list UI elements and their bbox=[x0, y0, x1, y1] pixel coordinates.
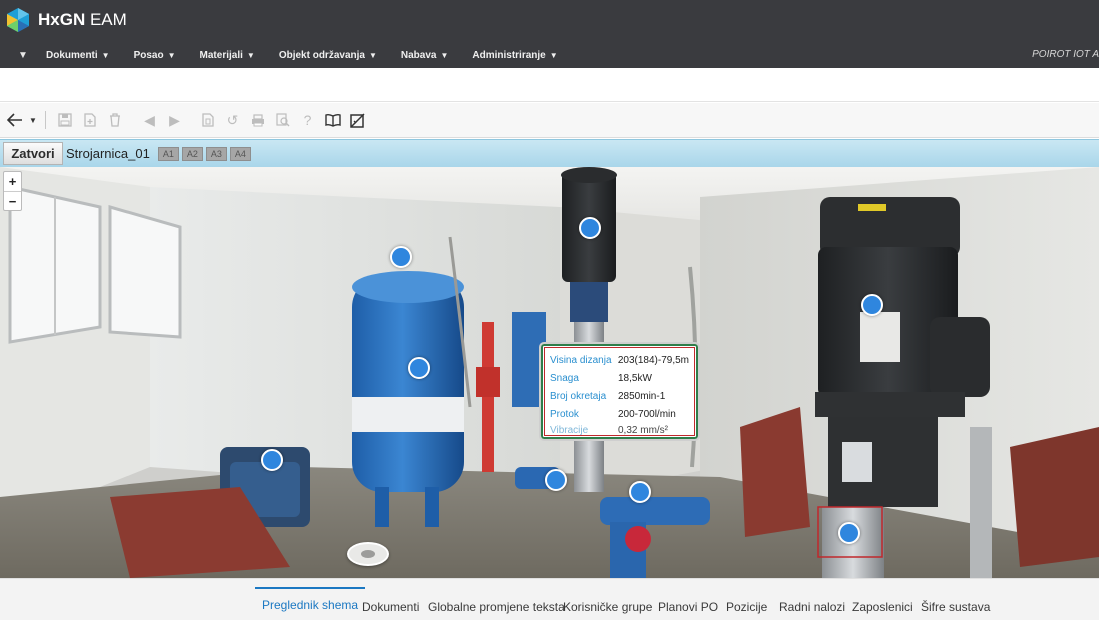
info-value: 18,5kW bbox=[618, 373, 652, 384]
info-value: 200-700l/min bbox=[618, 409, 676, 420]
panorama-viewer[interactable]: + − Visina dizanja 203(184)-79,5m Snaga 18… bbox=[0, 167, 1099, 578]
menu-label: Posao bbox=[133, 49, 164, 61]
info-key: Broj okretaja bbox=[550, 391, 607, 402]
hotspot-marker[interactable] bbox=[838, 522, 860, 544]
hexagon-logo-icon bbox=[7, 8, 29, 32]
caret-down-icon: ▼ bbox=[101, 50, 110, 60]
print-icon[interactable] bbox=[245, 108, 270, 133]
hotspot-marker[interactable] bbox=[261, 449, 283, 471]
hotspot-marker[interactable] bbox=[545, 469, 567, 491]
hotspot-marker[interactable] bbox=[579, 217, 601, 239]
info-key: Vibracije bbox=[550, 425, 589, 436]
view-chip-a2[interactable]: A2 bbox=[181, 146, 203, 161]
info-key: Protok bbox=[550, 409, 579, 420]
view-chip-a3[interactable]: A3 bbox=[205, 146, 227, 161]
delete-icon[interactable] bbox=[102, 108, 127, 133]
view-chip-a4[interactable]: A4 bbox=[229, 146, 251, 161]
caret-down-icon: ▼ bbox=[18, 49, 28, 61]
hotspot-marker[interactable] bbox=[861, 294, 883, 316]
app-header: HxGN EAM ▼ Dokumenti ▼ Posao ▼ Materijali ▼… bbox=[0, 0, 1099, 68]
info-row: Vibracije 0,32 mm/s² bbox=[550, 424, 689, 438]
copy-icon[interactable] bbox=[195, 108, 220, 133]
toolbar-divider bbox=[45, 111, 46, 129]
main-menu: ▼ Dokumenti ▼ Posao ▼ Materijali ▼ Objekt o… bbox=[0, 44, 582, 66]
tab-preglednik-shema[interactable]: Preglednik shema bbox=[255, 587, 366, 619]
menu-objekt-odrzavanja[interactable]: Objekt održavanja ▼ bbox=[279, 50, 377, 61]
tab-globalne-promjene-teksta[interactable]: Globalne promjene teksta bbox=[428, 589, 565, 621]
save-icon[interactable] bbox=[52, 108, 77, 133]
record-tab-bar: Zatvori Strojarnica_01 A1 A2 A3 A4 bbox=[0, 139, 1099, 167]
navigation-disc[interactable] bbox=[347, 542, 389, 566]
caret-down-icon: ▼ bbox=[368, 50, 377, 60]
app-name: HxGN EAM bbox=[38, 10, 127, 29]
new-record-icon[interactable] bbox=[77, 108, 102, 133]
hotspot-marker[interactable] bbox=[629, 481, 651, 503]
menu-label: Materijali bbox=[199, 49, 243, 61]
zoom-in-button[interactable]: + bbox=[4, 172, 21, 191]
info-row: Broj okretaja 2850min-1 bbox=[550, 388, 689, 406]
info-value: 0,32 mm/s² bbox=[618, 425, 669, 436]
tab-radni-nalozi[interactable]: Radni nalozi bbox=[779, 589, 845, 621]
menu-label: Dokumenti bbox=[46, 49, 98, 61]
menu-dokumenti[interactable]: Dokumenti ▼ bbox=[46, 50, 110, 61]
help-icon[interactable]: ? bbox=[295, 108, 320, 133]
equipment-info-table: Visina dizanja 203(184)-79,5m Snaga 18,5kW… bbox=[544, 347, 695, 436]
tab-planovi-po[interactable]: Planovi PO bbox=[658, 589, 718, 621]
bottom-tab-bar: Preglednik shema Dokumenti Globalne prom… bbox=[0, 578, 1099, 620]
header-spacer bbox=[0, 68, 1099, 102]
caret-down-icon: ▼ bbox=[167, 50, 176, 60]
dropdown-icon[interactable]: ▼ bbox=[27, 108, 39, 133]
preview-icon[interactable] bbox=[270, 108, 295, 133]
zoom-out-button[interactable]: − bbox=[4, 191, 21, 210]
user-name[interactable]: POIROT IOT A bbox=[1032, 49, 1099, 60]
caret-down-icon: ▼ bbox=[549, 50, 558, 60]
tab-dokumenti[interactable]: Dokumenti bbox=[362, 589, 419, 621]
menu-label: Administriranje bbox=[472, 49, 546, 61]
hotspot-marker[interactable] bbox=[408, 357, 430, 379]
next-icon[interactable]: ▶ bbox=[162, 108, 187, 133]
tab-zaposlenici[interactable]: Zaposlenici bbox=[852, 589, 913, 621]
book-icon[interactable] bbox=[320, 108, 345, 133]
menu-materijali[interactable]: Materijali ▼ bbox=[200, 50, 255, 61]
record-name: Strojarnica_01 bbox=[66, 146, 150, 161]
view-chip-a1[interactable]: A1 bbox=[157, 146, 179, 161]
caret-down-icon: ▼ bbox=[440, 50, 449, 60]
menu-label: Objekt održavanja bbox=[278, 49, 365, 61]
disable-icon[interactable] bbox=[345, 108, 370, 133]
close-button[interactable]: Zatvori bbox=[3, 142, 63, 165]
tab-pozicije[interactable]: Pozicije bbox=[726, 589, 767, 621]
info-key: Visina dizanja bbox=[550, 355, 612, 366]
zoom-control: + − bbox=[3, 171, 22, 211]
tab-korisnicke-grupe[interactable]: Korisničke grupe bbox=[563, 589, 652, 621]
caret-down-icon: ▼ bbox=[246, 50, 255, 60]
info-value: 2850min-1 bbox=[618, 391, 666, 402]
menu-administriranje[interactable]: Administriranje ▼ bbox=[472, 50, 557, 61]
tab-sifre-sustava[interactable]: Šifre sustava bbox=[921, 589, 990, 621]
refresh-icon[interactable]: ↺ bbox=[220, 108, 245, 133]
hotspot-marker[interactable] bbox=[390, 246, 412, 268]
menu-posao[interactable]: Posao ▼ bbox=[134, 50, 176, 61]
info-value: 203(184)-79,5m bbox=[617, 355, 689, 366]
menu-nabava[interactable]: Nabava ▼ bbox=[401, 50, 449, 61]
info-row: Visina dizanja 203(184)-79,5m bbox=[550, 352, 689, 370]
equipment-info-popup: Visina dizanja 203(184)-79,5m Snaga 18,5kW… bbox=[539, 342, 700, 441]
previous-icon[interactable]: ◀ bbox=[137, 108, 162, 133]
main-menu-toggle[interactable]: ▼ bbox=[0, 50, 46, 61]
brand[interactable]: HxGN EAM bbox=[6, 6, 127, 34]
menu-label: Nabava bbox=[400, 49, 437, 61]
info-row: Protok 200-700l/min bbox=[550, 406, 689, 424]
info-row: Snaga 18,5kW bbox=[550, 370, 689, 388]
record-toolbar: ▼ ◀ ▶ ↺ ? bbox=[0, 103, 1099, 138]
back-arrow-icon[interactable] bbox=[2, 108, 27, 133]
info-key: Snaga bbox=[550, 373, 579, 384]
